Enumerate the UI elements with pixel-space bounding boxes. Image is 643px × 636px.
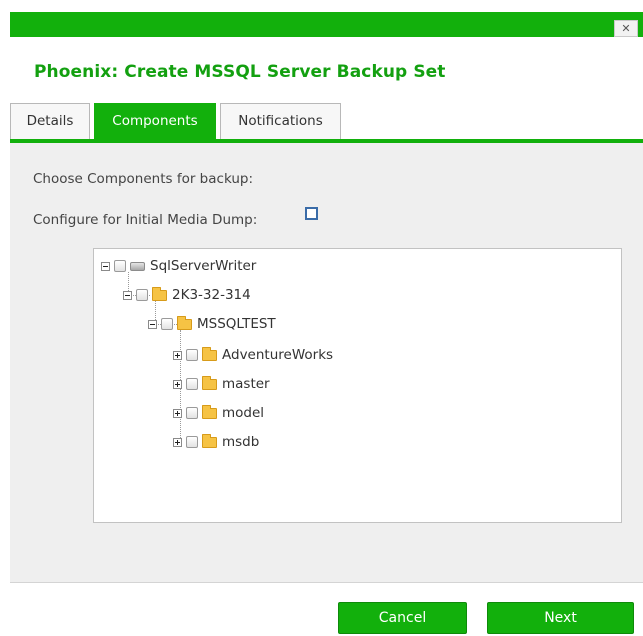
close-button[interactable]: ✕ — [614, 20, 638, 37]
tree-checkbox[interactable] — [114, 260, 126, 272]
tree-checkbox[interactable] — [186, 378, 198, 390]
tree-node-label: model — [222, 405, 265, 421]
cancel-button[interactable]: Cancel — [338, 602, 467, 634]
tree-checkbox[interactable] — [136, 289, 148, 301]
tree-node-instance[interactable]: MSSQLTEST — [148, 315, 276, 332]
tree-checkbox[interactable] — [186, 407, 198, 419]
collapse-icon[interactable] — [101, 261, 110, 271]
tab-components[interactable]: Components — [94, 103, 216, 139]
close-icon: ✕ — [621, 22, 631, 35]
tree-node-label: MSSQLTEST — [197, 316, 276, 332]
tree-node-label: AdventureWorks — [222, 347, 334, 363]
expand-icon[interactable] — [173, 379, 182, 389]
folder-icon — [202, 433, 217, 448]
collapse-icon[interactable] — [148, 319, 157, 329]
folder-icon — [177, 315, 192, 330]
tree-node-model[interactable]: model — [173, 404, 265, 421]
dialog-header-bar — [10, 12, 643, 37]
collapse-icon[interactable] — [123, 290, 132, 300]
tree-node-label: 2K3-32-314 — [172, 287, 251, 303]
tab-notifications[interactable]: Notifications — [220, 103, 341, 139]
next-button[interactable]: Next — [487, 602, 634, 634]
folder-icon — [202, 404, 217, 419]
tree-node-label: SqlServerWriter — [150, 258, 257, 274]
tree-node-adventureworks[interactable]: AdventureWorks — [173, 346, 334, 363]
tree-node-label: msdb — [222, 434, 260, 450]
tree-node-label: master — [222, 376, 270, 392]
tree-node-msdb[interactable]: msdb — [173, 433, 260, 450]
initial-dump-label: Configure for Initial Media Dump: — [33, 212, 258, 228]
folder-icon — [152, 286, 167, 301]
tree-node-server[interactable]: 2K3-32-314 — [123, 286, 251, 303]
components-heading: Choose Components for backup: — [33, 171, 254, 187]
drive-icon — [130, 261, 145, 271]
folder-icon — [202, 375, 217, 390]
expand-icon[interactable] — [173, 350, 182, 360]
expand-icon[interactable] — [173, 437, 182, 447]
tree-checkbox[interactable] — [186, 436, 198, 448]
expand-icon[interactable] — [173, 408, 182, 418]
tab-details[interactable]: Details — [10, 103, 90, 139]
tree-checkbox[interactable] — [186, 349, 198, 361]
tree-node-sqlserverwriter[interactable]: SqlServerWriter — [101, 258, 256, 274]
tree-checkbox[interactable] — [161, 318, 173, 330]
tree-node-master[interactable]: master — [173, 375, 270, 392]
folder-icon — [202, 346, 217, 361]
dialog-title: Phoenix: Create MSSQL Server Backup Set — [34, 62, 446, 82]
initial-dump-checkbox[interactable] — [305, 207, 318, 220]
